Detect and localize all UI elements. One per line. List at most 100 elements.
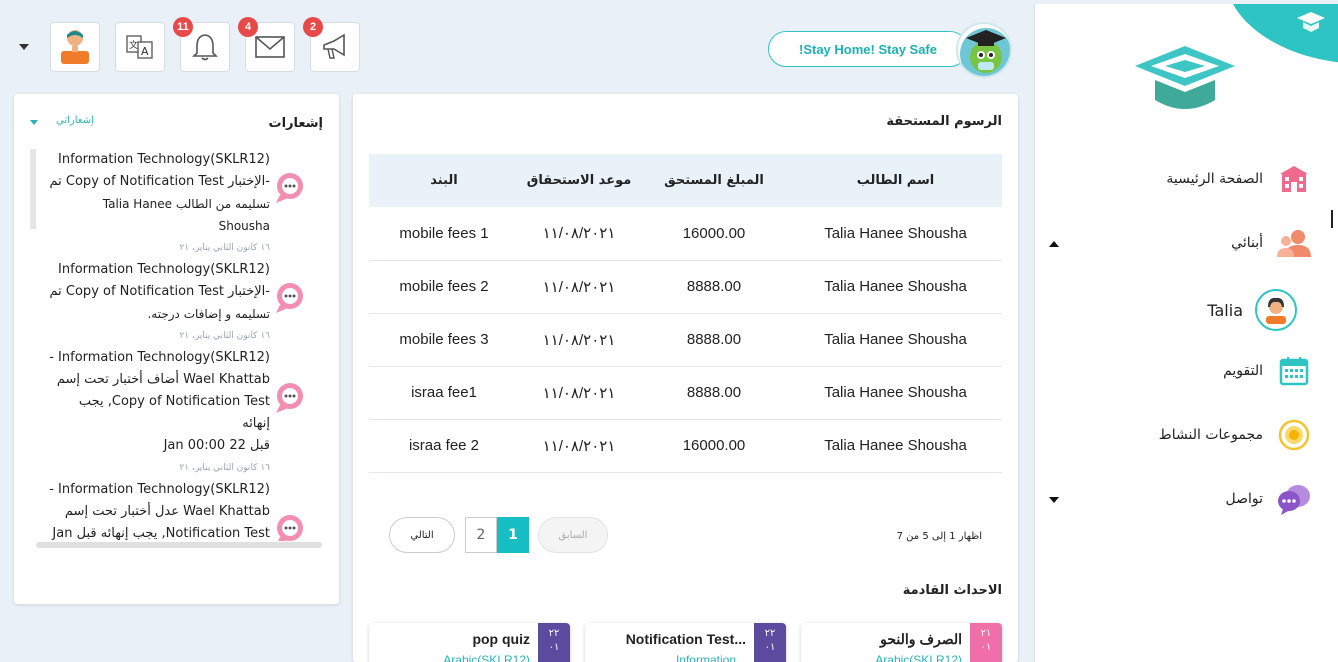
- notifications-list: Information Technology(SKLR12) -الإختبار…: [30, 149, 330, 541]
- sidebar-item-communication[interactable]: تواصل: [1035, 476, 1338, 522]
- sidebar-item-activity-groups[interactable]: مجموعات النشاط: [1035, 412, 1338, 458]
- column-header-item[interactable]: البند: [369, 154, 519, 207]
- sidebar-item-label: تواصل: [1225, 491, 1263, 507]
- cell-item: mobile fees 1: [369, 207, 519, 261]
- notifications-filter[interactable]: إشعاراتي: [56, 115, 94, 126]
- cell-student: Talia Hanee Shousha: [789, 313, 1002, 367]
- column-header-amount[interactable]: المبلغ المستحق: [639, 154, 789, 207]
- fees-table: البند موعد الاستحقاق المبلغ المستحق اسم …: [369, 154, 1002, 473]
- sidebar-item-home[interactable]: الصفحة الرئيسية: [1035, 156, 1338, 202]
- table-row[interactable]: mobile fees 3 ١١/٠٨/٢٠٢١ 8888.00 Talia H…: [369, 313, 1002, 367]
- table-row[interactable]: israa fee 2 ١١/٠٨/٢٠٢١ 16000.00 Talia Ha…: [369, 419, 1002, 473]
- account-menu-caret[interactable]: [19, 44, 29, 50]
- sidebar-item-children[interactable]: أبنائي: [1035, 220, 1338, 266]
- notification-line: Copy of Notification Test, يجب إنهائه: [78, 394, 270, 431]
- cell-item: mobile fees 2: [369, 260, 519, 314]
- megaphone-icon: [323, 33, 345, 59]
- notifications-button[interactable]: 11: [173, 17, 230, 72]
- event-card[interactable]: ٢١ ٠١ الصرف والنحو Arabic(SKLR12): [801, 623, 1002, 662]
- notifications-badge: 11: [173, 17, 193, 37]
- calendar-icon: [1277, 354, 1311, 388]
- event-title: Notification Test...: [625, 631, 746, 647]
- cell-student: Talia Hanee Shousha: [789, 366, 1002, 420]
- event-subject: Arabic(SKLR12): [875, 653, 962, 662]
- list-item[interactable]: Information Technology(SKLR12) - Wael Kh…: [30, 479, 330, 541]
- sidebar-scrollbar[interactable]: [1331, 210, 1333, 228]
- pagination-next-button[interactable]: التالي: [389, 517, 455, 553]
- sidebar-child-talia[interactable]: Talia: [1035, 286, 1338, 334]
- communication-expand-caret[interactable]: [1049, 497, 1059, 503]
- cell-item: israa fee1: [369, 366, 519, 420]
- notification-line: Information Technology(SKLR12) -: [49, 350, 270, 365]
- cell-due: ١١/٠٨/٢٠٢١: [519, 260, 639, 314]
- list-item[interactable]: Information Technology(SKLR12) -الإختبار…: [30, 149, 330, 259]
- table-row[interactable]: mobile fees 1 ١١/٠٨/٢٠٢١ 16000.00 Talia …: [369, 207, 1002, 261]
- cell-amount: 8888.00: [639, 313, 789, 367]
- announcements-badge: 2: [303, 17, 323, 37]
- cell-due: ١١/٠٨/٢٠٢١: [519, 366, 639, 420]
- cell-item: israa fee 2: [369, 419, 519, 473]
- notification-text: Information Technology(SKLR12) -الإختبار…: [48, 259, 271, 325]
- notification-line: Wael Khattab عدل أختبار تحت إسم: [64, 504, 270, 519]
- list-item[interactable]: Information Technology(SKLR12) - Wael Kh…: [30, 347, 330, 479]
- notification-line: Wael Khattab أضاف أختبار تحت إسم: [56, 372, 270, 387]
- cell-student: Talia Hanee Shousha: [789, 419, 1002, 473]
- cell-amount: 16000.00: [639, 207, 789, 261]
- sidebar-item-label: مجموعات النشاط: [1158, 427, 1263, 443]
- event-card[interactable]: ٢٢ ٠١ pop quiz Arabic(SKLR12): [369, 623, 570, 662]
- cell-item: mobile fees 3: [369, 313, 519, 367]
- notifications-panel: إشعارات إشعاراتي Information Technology(…: [14, 94, 339, 604]
- stay-safe-banner: !Stay Home! Stay Safe: [768, 31, 968, 67]
- sidebar: الصفحة الرئيسية أبنائي Talia التقويم مجم…: [1034, 4, 1338, 662]
- event-day: ٢١: [980, 628, 992, 639]
- fees-title: الرسوم المستحقة: [886, 114, 1002, 129]
- school-logo: [1135, 46, 1235, 109]
- event-day: ٢٢: [764, 628, 776, 639]
- list-item[interactable]: Information Technology(SKLR12) -الإختبار…: [30, 259, 330, 347]
- event-date-badge: ٢٢ ٠١: [754, 623, 786, 662]
- graduate-mascot-icon: [960, 28, 1010, 76]
- sidebar-item-calendar[interactable]: التقويم: [1035, 348, 1338, 394]
- profile-button[interactable]: [50, 22, 100, 72]
- svg-text:文: 文: [129, 39, 138, 51]
- pagination-page-1[interactable]: 1: [497, 517, 529, 553]
- event-date-badge: ٢٢ ٠١: [538, 623, 570, 662]
- notification-line: Information Technology(SKLR12): [58, 152, 270, 167]
- children-collapse-caret[interactable]: [1049, 241, 1059, 247]
- notification-date: ١٦ كانون الثاني يناير، ٢١: [179, 243, 270, 253]
- bell-icon: [192, 34, 218, 61]
- filter-caret-icon[interactable]: [30, 120, 38, 125]
- sidebar-item-label: التقويم: [1223, 363, 1263, 379]
- notification-line: Notification Test, يجب إنهائه قبل Jan 31: [52, 526, 270, 541]
- column-header-student[interactable]: اسم الطالب: [789, 154, 1002, 207]
- notification-text: Information Technology(SKLR12) - Wael Kh…: [48, 347, 270, 457]
- table-row[interactable]: israa fee1 ١١/٠٨/٢٠٢١ 8888.00 Talia Hane…: [369, 366, 1002, 420]
- notification-line: قبل Jan 00:00 22: [163, 438, 270, 453]
- cell-amount: 8888.00: [639, 260, 789, 314]
- activity-groups-icon: [1277, 418, 1311, 452]
- cell-student: Talia Hanee Shousha: [789, 260, 1002, 314]
- translate-icon: A 文: [126, 35, 153, 59]
- notification-line: Information Technology(SKLR12): [58, 262, 270, 277]
- notification-text: Information Technology(SKLR12) -الإختبار…: [48, 149, 271, 237]
- sidebar-item-label: أبنائي: [1231, 235, 1263, 251]
- corner-logo-icon: [1297, 12, 1325, 32]
- messages-badge: 4: [238, 17, 258, 37]
- column-header-due[interactable]: موعد الاستحقاق: [519, 154, 639, 207]
- table-row[interactable]: mobile fees 2 ١١/٠٨/٢٠٢١ 8888.00 Talia H…: [369, 260, 1002, 314]
- language-button[interactable]: A 文: [115, 22, 165, 72]
- event-title: الصرف والنحو: [880, 631, 962, 647]
- cell-amount: 16000.00: [639, 419, 789, 473]
- pagination-page-2[interactable]: 2: [465, 517, 497, 553]
- notifications-hscrollbar[interactable]: [36, 542, 322, 548]
- school-icon: [1277, 162, 1311, 196]
- pagination-prev-button[interactable]: السابق: [538, 517, 608, 553]
- mascot-avatar: [956, 22, 1012, 78]
- notification-text: Information Technology(SKLR12) - Wael Kh…: [48, 479, 270, 541]
- announcements-button[interactable]: 2: [303, 17, 360, 72]
- cell-amount: 8888.00: [639, 366, 789, 420]
- event-day: ٢٢: [548, 628, 560, 639]
- event-card[interactable]: ٢٢ ٠١ Notification Test... Information..…: [585, 623, 786, 662]
- messages-button[interactable]: 4: [238, 17, 295, 72]
- avatar: [1255, 289, 1297, 331]
